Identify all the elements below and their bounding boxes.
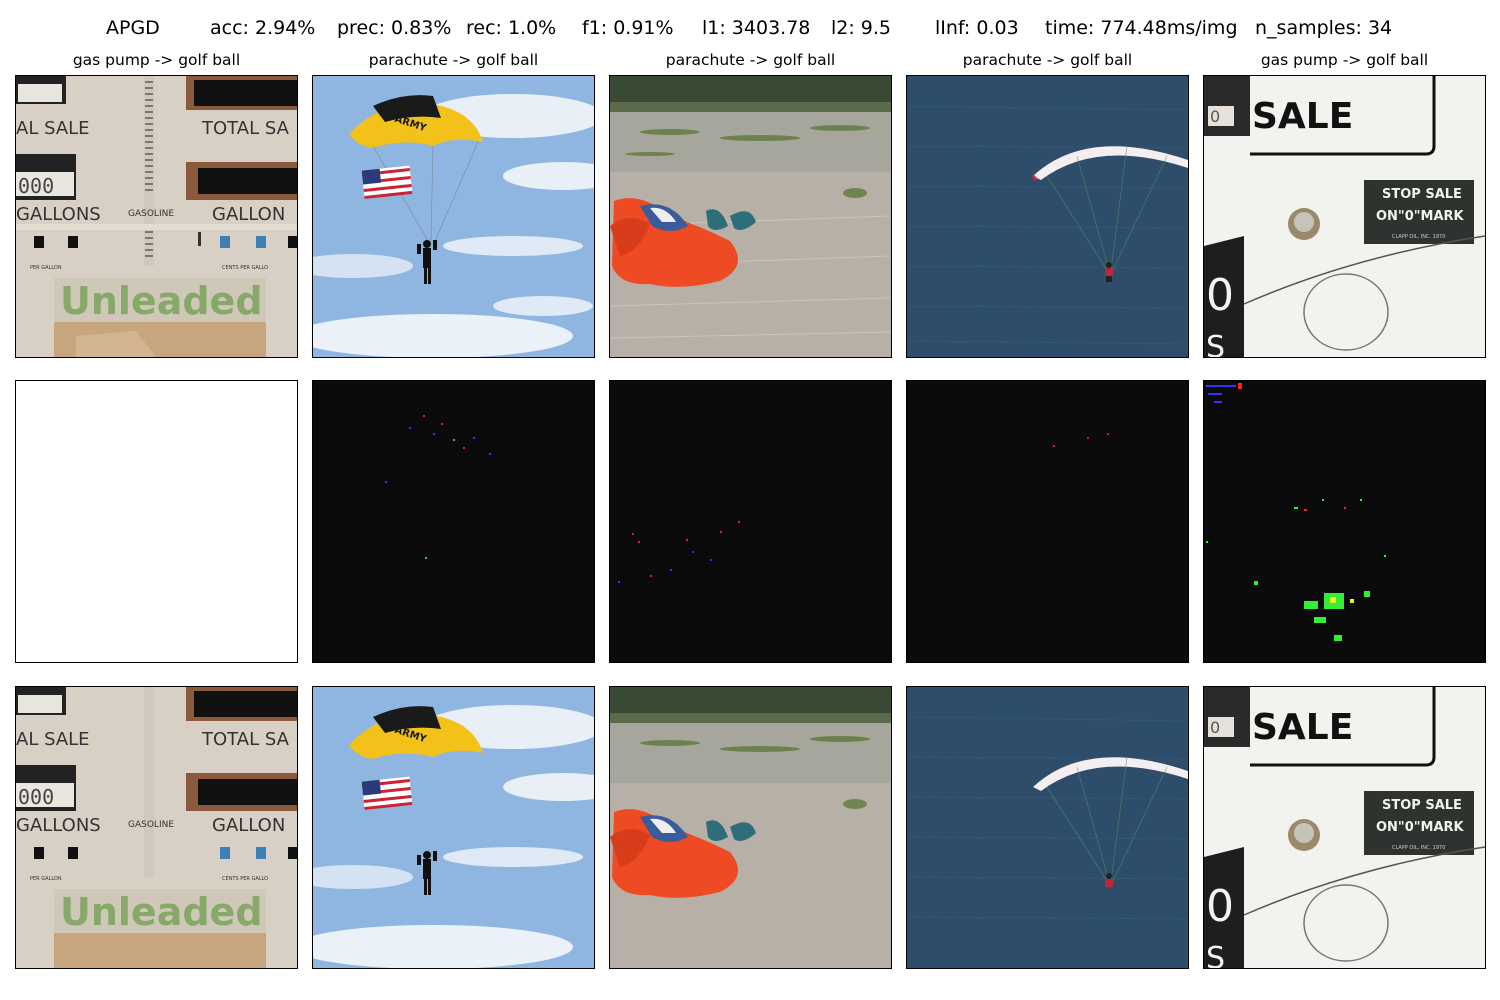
gallon-text: GALLON	[212, 204, 285, 225]
clapp-oil-text: CLAPP OIL, INC. 1970	[1392, 234, 1445, 240]
unleaded-text: Unleaded	[60, 279, 263, 323]
perturbation-dots	[385, 415, 491, 559]
n-samples-metric: n_samples: 34	[1255, 17, 1393, 39]
adversarial-image-gas-pump: AL SALE TOTAL SA 000 GALLONS GALLON GASO…	[15, 686, 298, 969]
svg-text:0: 0	[1206, 881, 1234, 932]
original-image-gas-pump: AL SALE TOTAL SA 000 GALLONS GALLON GASO…	[15, 75, 298, 358]
stop-sale-scene: 0 SALE STOP SALE ON"0"MARK CLAPP OIL, IN…	[1204, 687, 1485, 968]
column-title: parachute -> golf ball	[368, 51, 539, 69]
gallons-text: GALLONS	[16, 204, 101, 225]
adversarial-image-gas-pump-stop-sale: 0 SALE STOP SALE ON"0"MARK CLAPP OIL, IN…	[1203, 686, 1486, 969]
perturbation-map	[1203, 380, 1486, 663]
unleaded-text: Unleaded	[60, 890, 263, 934]
accuracy-metric: acc: 2.94%	[210, 17, 316, 39]
svg-text:S: S	[1206, 330, 1225, 357]
cents-per-gallon-text: CENTS PER GALLO	[222, 876, 268, 882]
perturbation-map	[906, 380, 1189, 663]
perturbation-map	[312, 380, 595, 663]
gallon-text: GALLON	[212, 815, 285, 836]
adversarial-image-paraglider-sea	[906, 686, 1189, 969]
on-0-mark-text: ON"0"MARK	[1376, 209, 1465, 224]
original-image-gas-pump-stop-sale: 0 SALE STOP SALE ON"0"MARK CLAPP OIL, IN…	[1203, 75, 1486, 358]
al-sale-text: AL SALE	[16, 729, 90, 750]
method-label: APGD	[106, 17, 160, 39]
column-title: parachute -> golf ball	[962, 51, 1133, 69]
gas-pump-scene: AL SALE TOTAL SA 000 GALLONS GALLON GASO…	[16, 76, 297, 357]
perturbation-dots	[618, 521, 740, 583]
recall-metric: rec: 1.0%	[466, 17, 557, 39]
parachute-landed-scene	[610, 76, 891, 357]
sale-text: SALE	[1252, 707, 1353, 748]
per-gallon-text: PER GALLON	[30, 876, 62, 882]
time-metric: time: 774.48ms/img	[1045, 17, 1238, 39]
svg-text:000: 000	[18, 174, 54, 198]
gasoline-text: GASOLINE	[128, 209, 174, 219]
column-title: gas pump -> golf ball	[1260, 51, 1429, 69]
barcode	[144, 76, 154, 266]
paraglider-sea-scene	[907, 76, 1188, 357]
parachute-flag-scene: ARMY	[313, 76, 594, 357]
l1-metric: l1: 3403.78	[702, 17, 811, 39]
perturbation-map	[609, 380, 892, 663]
figure-header: APGD acc: 2.94% prec: 0.83% rec: 1.0% f1…	[0, 14, 1500, 44]
parachute-landed-scene	[610, 687, 891, 968]
svg-text:000: 000	[18, 785, 54, 809]
per-gallon-text: PER GALLON	[30, 265, 62, 271]
us-flag	[361, 165, 413, 199]
original-image-parachute-landed	[609, 75, 892, 358]
gas-pump-scene: AL SALE TOTAL SA 000 GALLONS GALLON GASO…	[16, 687, 297, 968]
precision-metric: prec: 0.83%	[337, 17, 452, 39]
svg-text:0: 0	[1210, 107, 1220, 126]
column-title: parachute -> golf ball	[665, 51, 836, 69]
stop-sale-text: STOP SALE	[1382, 187, 1462, 202]
perturbation-map-empty	[15, 380, 298, 663]
perturbation-dots	[1206, 383, 1386, 641]
cents-per-gallon-text: CENTS PER GALLO	[222, 265, 268, 271]
total-sale-text: TOTAL SA	[201, 118, 290, 139]
gallons-text: GALLONS	[16, 815, 101, 836]
clapp-oil-text: CLAPP OIL, INC. 1970	[1392, 845, 1445, 851]
parachute-flag-scene: ARMY	[313, 687, 594, 968]
original-image-parachute-flag: ARMY	[312, 75, 595, 358]
adversarial-image-parachute-landed	[609, 686, 892, 969]
al-sale-text: AL SALE	[16, 118, 90, 139]
f1-metric: f1: 0.91%	[582, 17, 674, 39]
perturbation-dots	[1053, 433, 1109, 447]
original-image-paraglider-sea	[906, 75, 1189, 358]
adversarial-image-parachute-flag: ARMY	[312, 686, 595, 969]
svg-text:0: 0	[1206, 270, 1234, 321]
paraglider-sea-scene	[907, 687, 1188, 968]
column-title: gas pump -> golf ball	[72, 51, 241, 69]
stop-sale-scene: 0 SALE STOP SALE ON"0"MARK CLAPP OIL, IN…	[1204, 76, 1485, 357]
on-0-mark-text: ON"0"MARK	[1376, 820, 1465, 835]
total-sale-text: TOTAL SA	[201, 729, 290, 750]
svg-text:S: S	[1206, 941, 1225, 968]
stop-sale-text: STOP SALE	[1382, 798, 1462, 813]
sale-text: SALE	[1252, 96, 1353, 137]
svg-text:0: 0	[1210, 718, 1220, 737]
linf-metric: lInf: 0.03	[935, 17, 1019, 39]
l2-metric: l2: 9.5	[831, 17, 892, 39]
gasoline-text: GASOLINE	[128, 820, 174, 830]
